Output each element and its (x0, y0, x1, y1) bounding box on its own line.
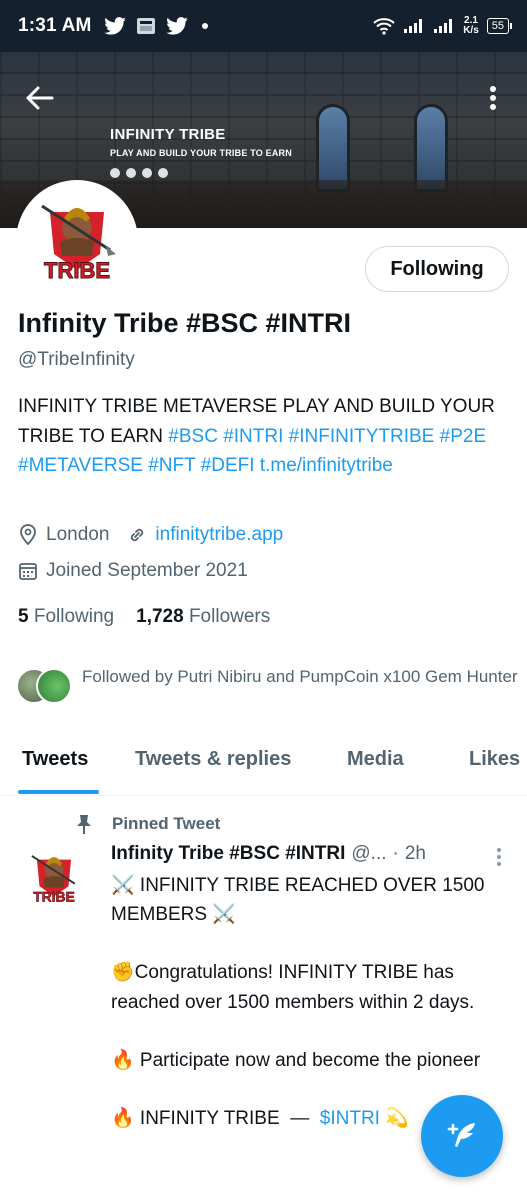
profile-joined-row: Joined September 2021 (18, 560, 248, 582)
profile-joined-date: Joined September 2021 (46, 560, 248, 581)
social-icon (110, 168, 120, 178)
tweet-timestamp: 2h (404, 843, 426, 864)
cashtag-link[interactable]: $INTRI (320, 1108, 380, 1129)
followers-count-link[interactable]: 1,728 Followers (136, 606, 270, 628)
hashtag-link[interactable]: #METAVERSE (18, 455, 143, 476)
calendar-icon (19, 563, 37, 580)
follow-counts: 5 Following 1,728 Followers (18, 606, 270, 628)
tab-tweets-replies[interactable]: Tweets & replies (135, 748, 291, 771)
tweet-line: 🔥 Participate now and become the pioneer (111, 1049, 481, 1071)
avatar-logo-text: TRIBE (44, 258, 110, 283)
dot-icon (201, 23, 208, 29)
tribe-logo-image: TRIBE (20, 184, 134, 298)
app-notification-icon (136, 18, 155, 34)
more-vertical-icon[interactable] (494, 846, 504, 868)
hashtag-link[interactable]: #P2E (440, 426, 486, 447)
profile-meta-row: London infinitytribe.app (18, 524, 283, 546)
wifi-icon (373, 18, 395, 35)
profile-location: London (46, 524, 110, 545)
bio-telegram-link[interactable]: t.me/infinitytribe (260, 455, 393, 476)
tab-media[interactable]: Media (347, 748, 404, 771)
profile-avatar[interactable]: TRIBE (16, 180, 138, 302)
following-count-link[interactable]: 5 Following (18, 606, 114, 628)
hashtag-link[interactable]: #DEFI (201, 455, 255, 476)
hashtag-link[interactable]: #INTRI (223, 426, 283, 447)
back-arrow-icon (26, 86, 54, 110)
tweet-text: ⚔️ INFINITY TRIBE REACHED OVER 1500 MEMB… (111, 871, 511, 1133)
tab-likes[interactable]: Likes (469, 748, 520, 771)
pinned-tweet-label: Pinned Tweet (74, 813, 220, 835)
more-options-button[interactable] (481, 78, 505, 118)
tweet-line-text: 🔥 INFINITY TRIBE — (111, 1108, 320, 1130)
profile-tabs: Tweets Tweets & replies Media Likes (0, 738, 527, 796)
banner-social-icons (110, 168, 168, 178)
followed-by-avatars (16, 668, 74, 708)
link-icon (131, 528, 144, 542)
profile-website-link[interactable]: infinitytribe.app (155, 524, 283, 546)
tweet-line: ⚔️ INFINITY TRIBE REACHED OVER 1500 MEMB… (111, 875, 485, 926)
more-vertical-icon (490, 86, 496, 110)
tweet-author-name[interactable]: Infinity Tribe #BSC #INTRI (111, 843, 345, 865)
hashtag-link[interactable]: #BSC (168, 426, 218, 447)
compose-tweet-button[interactable] (421, 1095, 503, 1177)
network-speed: 2.1 K/s (463, 16, 479, 36)
banner-title: INFINITY TRIBE (110, 126, 226, 143)
tribe-logo-image: TRIBE (18, 842, 90, 914)
following-label: Following (33, 606, 115, 627)
twitter-bird-icon (103, 17, 126, 35)
followed-by-section[interactable]: Followed by Putri Nibiru and PumpCoin x1… (16, 664, 522, 708)
following-button[interactable]: Following (365, 246, 509, 292)
system-icons: 2.1 K/s 55 (373, 16, 513, 36)
social-icon (142, 168, 152, 178)
following-count: 5 (18, 606, 29, 627)
followed-by-text: Followed by Putri Nibiru and PumpCoin x1… (82, 667, 518, 686)
active-tab-indicator (18, 790, 99, 794)
tweet-header: Infinity Tribe #BSC #INTRI @... · 2h (111, 843, 426, 865)
hashtag-link[interactable]: #NFT (148, 455, 195, 476)
tweet-author-handle[interactable]: @... (351, 843, 386, 865)
profile-bio: INFINITY TRIBE METAVERSE PLAY AND BUILD … (18, 392, 508, 481)
status-bar: 1:31 AM 2.1 K/s 55 (0, 0, 527, 52)
followers-count: 1,728 (136, 606, 184, 627)
avatar (36, 668, 72, 704)
twitter-bird-icon (165, 17, 188, 35)
tweet-author-avatar[interactable]: TRIBE (18, 842, 90, 914)
status-time: 1:31 AM (18, 15, 92, 36)
speed-unit: K/s (463, 25, 479, 36)
social-icon (126, 168, 136, 178)
tweet-line: ✊Congratulations! INFINITY TRIBE has rea… (111, 962, 475, 1013)
tab-tweets[interactable]: Tweets (22, 748, 88, 771)
signal-icon (434, 19, 453, 33)
profile-name: Infinity Tribe #BSC #INTRI (18, 308, 352, 338)
banner-window (316, 104, 350, 192)
tweet-line-text: 💫 (379, 1108, 409, 1130)
battery-indicator: 55 (486, 18, 513, 34)
pin-icon (77, 815, 91, 834)
banner-subtitle: PLAY AND BUILD YOUR TRIBE TO EARN (110, 148, 292, 158)
hashtag-link[interactable]: #INFINITYTRIBE (289, 426, 435, 447)
pinned-label-text: Pinned Tweet (112, 814, 221, 833)
profile-handle: @TribeInfinity (18, 349, 135, 370)
tweet-separator: · (392, 843, 399, 864)
notification-icons (103, 17, 208, 35)
signal-icon (404, 19, 423, 33)
tweet-avatar-logo-text: TRIBE (33, 888, 75, 904)
banner-window (414, 104, 448, 192)
compose-tweet-icon (447, 1123, 475, 1147)
back-button[interactable] (20, 78, 60, 118)
followers-label: Followers (188, 606, 271, 627)
social-icon (158, 168, 168, 178)
location-pin-icon (20, 524, 36, 546)
